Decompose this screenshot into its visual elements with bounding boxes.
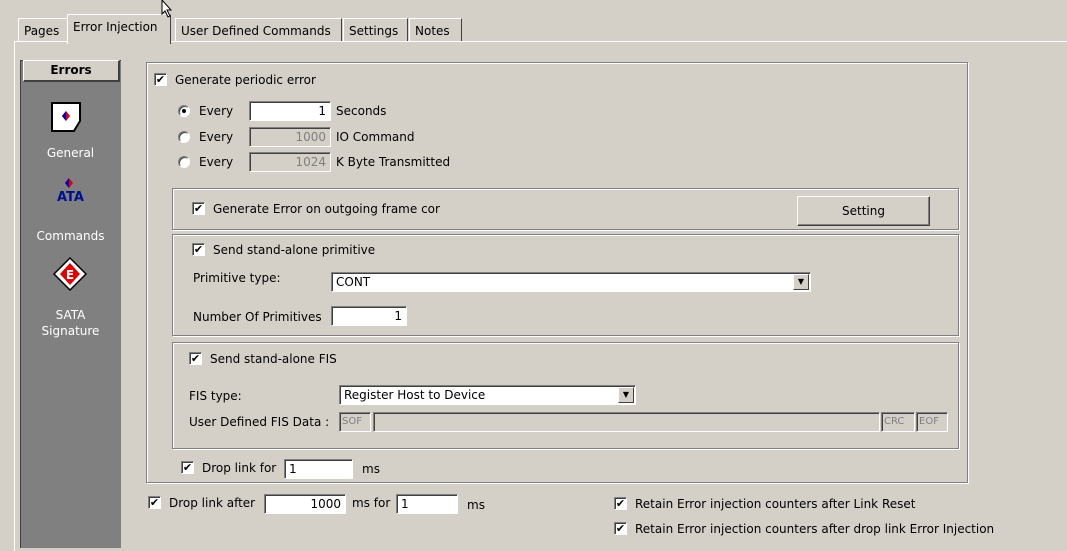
sidebar-item-commands[interactable]: Commands [20,228,121,244]
every-kbyte-label: Every [199,155,234,169]
sidebar-item-general[interactable]: General [20,145,121,161]
drop-link-label: Drop link for [202,461,277,475]
primitive-type-select[interactable]: CONT ▼ [331,272,811,292]
mouse-cursor-icon [161,0,173,18]
sidebar-item-ata[interactable]: ATA [20,190,121,206]
every-io-command-label: Every [199,130,234,144]
sidebar-item-signature[interactable]: Signature [20,323,121,339]
retain-after-drop-checkbox[interactable]: ✔ [614,522,627,535]
retain-after-reset-label: Retain Error injection counters after Li… [635,497,916,511]
sata-signature-icon[interactable]: E [52,257,88,291]
retain-after-reset-checkbox[interactable]: ✔ [614,497,627,510]
sidebar-header: Errors [23,60,120,82]
every-kbyte-radio[interactable] [178,156,190,168]
fis-type-value: Register Host to Device [344,388,486,402]
number-of-primitives-label: Number Of Primitives [193,310,322,324]
drop-link-after-label: Drop link after [169,496,256,510]
generate-periodic-error-checkbox[interactable]: ✔ [154,73,167,86]
kbyte-unit-label: K Byte Transmitted [336,155,451,169]
outgoing-frame-checkbox[interactable]: ✔ [192,202,205,215]
svg-text:E: E [66,268,74,282]
drop-link-after-input[interactable]: 1000 [264,494,346,514]
every-seconds-label: Every [199,104,234,118]
drop-link-unit: ms [362,462,380,476]
primitive-type-value: CONT [336,275,371,289]
ata-commands-icon[interactable] [59,177,79,189]
send-fis-checkbox[interactable]: ✔ [189,352,202,365]
send-primitive-label: Send stand-alone primitive [213,243,376,257]
drop-link-checkbox[interactable]: ✔ [181,461,194,474]
sidebar-item-sata[interactable]: SATA [20,307,121,323]
outgoing-frame-label: Generate Error on outgoing frame cor [213,202,440,216]
sidebar [20,60,121,548]
every-io-command-radio[interactable] [178,131,190,143]
tab-user-defined-commands[interactable]: User Defined Commands [175,18,342,42]
every-kbyte-input[interactable]: 1024 [249,152,331,172]
drop-link-after-mid-label: ms for [352,496,391,510]
send-fis-label: Send stand-alone FIS [210,352,337,366]
tab-pages[interactable]: Pages [18,18,68,42]
drop-link-after-checkbox[interactable]: ✔ [148,496,161,509]
user-defined-fis-data-label: User Defined FIS Data : [189,415,330,429]
every-seconds-input[interactable]: 1 [249,101,331,121]
crc-field: CRC [881,412,915,432]
general-icon[interactable] [50,101,86,133]
fis-type-select[interactable]: Register Host to Device ▼ [339,385,636,405]
primitive-type-label: Primitive type: [193,271,281,285]
tab-settings[interactable]: Settings [343,18,408,42]
chevron-down-icon[interactable]: ▼ [793,274,809,290]
seconds-unit-label: Seconds [336,104,387,118]
chevron-down-icon[interactable]: ▼ [618,387,634,403]
drop-link-after-unit: ms [467,498,485,512]
every-seconds-radio[interactable] [178,105,190,117]
send-primitive-checkbox[interactable]: ✔ [192,243,205,256]
tab-notes[interactable]: Notes [409,18,462,42]
fis-type-label: FIS type: [189,389,242,403]
eof-field: EOF [916,412,948,432]
drop-link-after-for-input[interactable]: 1 [396,494,458,514]
generate-periodic-error-label: Generate periodic error [175,73,316,87]
setting-button[interactable]: Setting [797,196,930,226]
drop-link-input[interactable]: 1 [284,459,353,479]
user-defined-fis-data-input[interactable] [373,412,880,432]
io-command-unit-label: IO Command [336,130,415,144]
every-io-command-input[interactable]: 1000 [249,127,331,147]
number-of-primitives-input[interactable]: 1 [331,306,407,326]
sof-field: SOF [339,412,371,432]
tab-error-injection[interactable]: Error Injection [67,14,171,44]
retain-after-drop-label: Retain Error injection counters after dr… [635,522,995,536]
